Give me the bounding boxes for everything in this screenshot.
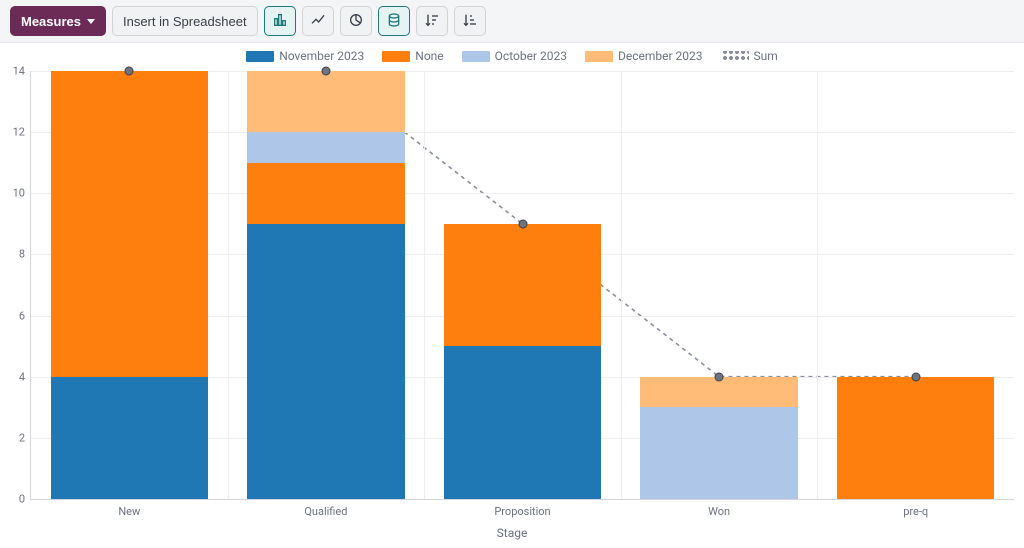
- legend-item[interactable]: October 2023: [462, 49, 567, 63]
- stacked-chart-button[interactable]: [378, 6, 410, 36]
- y-tick-label: 14: [13, 65, 31, 78]
- chart-area: November 2023 None October 2023 December 20…: [0, 43, 1024, 548]
- x-axis-label: Stage: [497, 526, 528, 540]
- y-tick-label: 10: [13, 187, 31, 200]
- legend-swatch-sum: [721, 51, 749, 62]
- sort-desc-icon: [424, 12, 440, 31]
- legend-label: December 2023: [618, 49, 703, 63]
- sort-asc-button[interactable]: [454, 6, 486, 36]
- pie-chart-button[interactable]: [340, 6, 372, 36]
- legend-item[interactable]: None: [382, 49, 443, 63]
- sum-point[interactable]: [911, 372, 920, 381]
- sum-point[interactable]: [715, 372, 724, 381]
- y-tick-label: 6: [19, 309, 31, 322]
- x-tick-label: Proposition: [494, 499, 550, 518]
- chart-legend: November 2023 None October 2023 December 20…: [0, 49, 1024, 63]
- bar-segment[interactable]: [444, 346, 601, 499]
- chart-plot: 02468101214NewQualifiedPropositionWonpre…: [30, 71, 1014, 500]
- bar-segment[interactable]: [247, 132, 404, 163]
- bar-segment[interactable]: [247, 71, 404, 132]
- bar-segment[interactable]: [247, 163, 404, 224]
- legend-label: November 2023: [279, 49, 364, 63]
- bar-segment[interactable]: [51, 71, 208, 377]
- legend-label: Sum: [754, 49, 778, 63]
- sum-point[interactable]: [125, 67, 134, 76]
- measures-label: Measures: [21, 14, 81, 29]
- bar-chart-button[interactable]: [264, 6, 296, 36]
- line-chart-button[interactable]: [302, 6, 334, 36]
- sort-asc-icon: [462, 12, 478, 31]
- bar-segment[interactable]: [51, 377, 208, 499]
- bar-chart-icon: [272, 12, 288, 31]
- line-chart-icon: [310, 12, 326, 31]
- bar-segment[interactable]: [837, 377, 994, 499]
- legend-item[interactable]: Sum: [721, 49, 778, 63]
- bar-segment[interactable]: [247, 224, 404, 499]
- legend-swatch: [382, 51, 410, 62]
- x-tick-label: New: [118, 499, 140, 518]
- x-tick-label: Qualified: [304, 499, 347, 518]
- sum-point[interactable]: [518, 219, 527, 228]
- toolbar: Measures Insert in Spreadsheet: [0, 0, 1024, 43]
- bar-segment[interactable]: [444, 224, 601, 346]
- measures-button[interactable]: Measures: [10, 6, 106, 36]
- y-tick-label: 12: [13, 126, 31, 139]
- y-tick-label: 0: [19, 493, 31, 506]
- bar-segment[interactable]: [640, 377, 797, 408]
- stacked-chart-icon: [386, 12, 402, 31]
- legend-swatch: [462, 51, 490, 62]
- insert-label: Insert in Spreadsheet: [123, 14, 247, 29]
- y-tick-label: 2: [19, 431, 31, 444]
- legend-label: October 2023: [495, 49, 567, 63]
- legend-swatch: [585, 51, 613, 62]
- sort-desc-button[interactable]: [416, 6, 448, 36]
- legend-item[interactable]: November 2023: [246, 49, 364, 63]
- legend-swatch: [246, 51, 274, 62]
- pie-chart-icon: [348, 12, 364, 31]
- sum-point[interactable]: [321, 67, 330, 76]
- bar-segment[interactable]: [640, 407, 797, 499]
- legend-label: None: [415, 49, 443, 63]
- y-tick-label: 4: [19, 370, 31, 383]
- insert-spreadsheet-button[interactable]: Insert in Spreadsheet: [112, 6, 258, 36]
- x-tick-label: Won: [708, 499, 730, 518]
- y-tick-label: 8: [19, 248, 31, 261]
- x-tick-label: pre-q: [903, 499, 928, 518]
- legend-item[interactable]: December 2023: [585, 49, 703, 63]
